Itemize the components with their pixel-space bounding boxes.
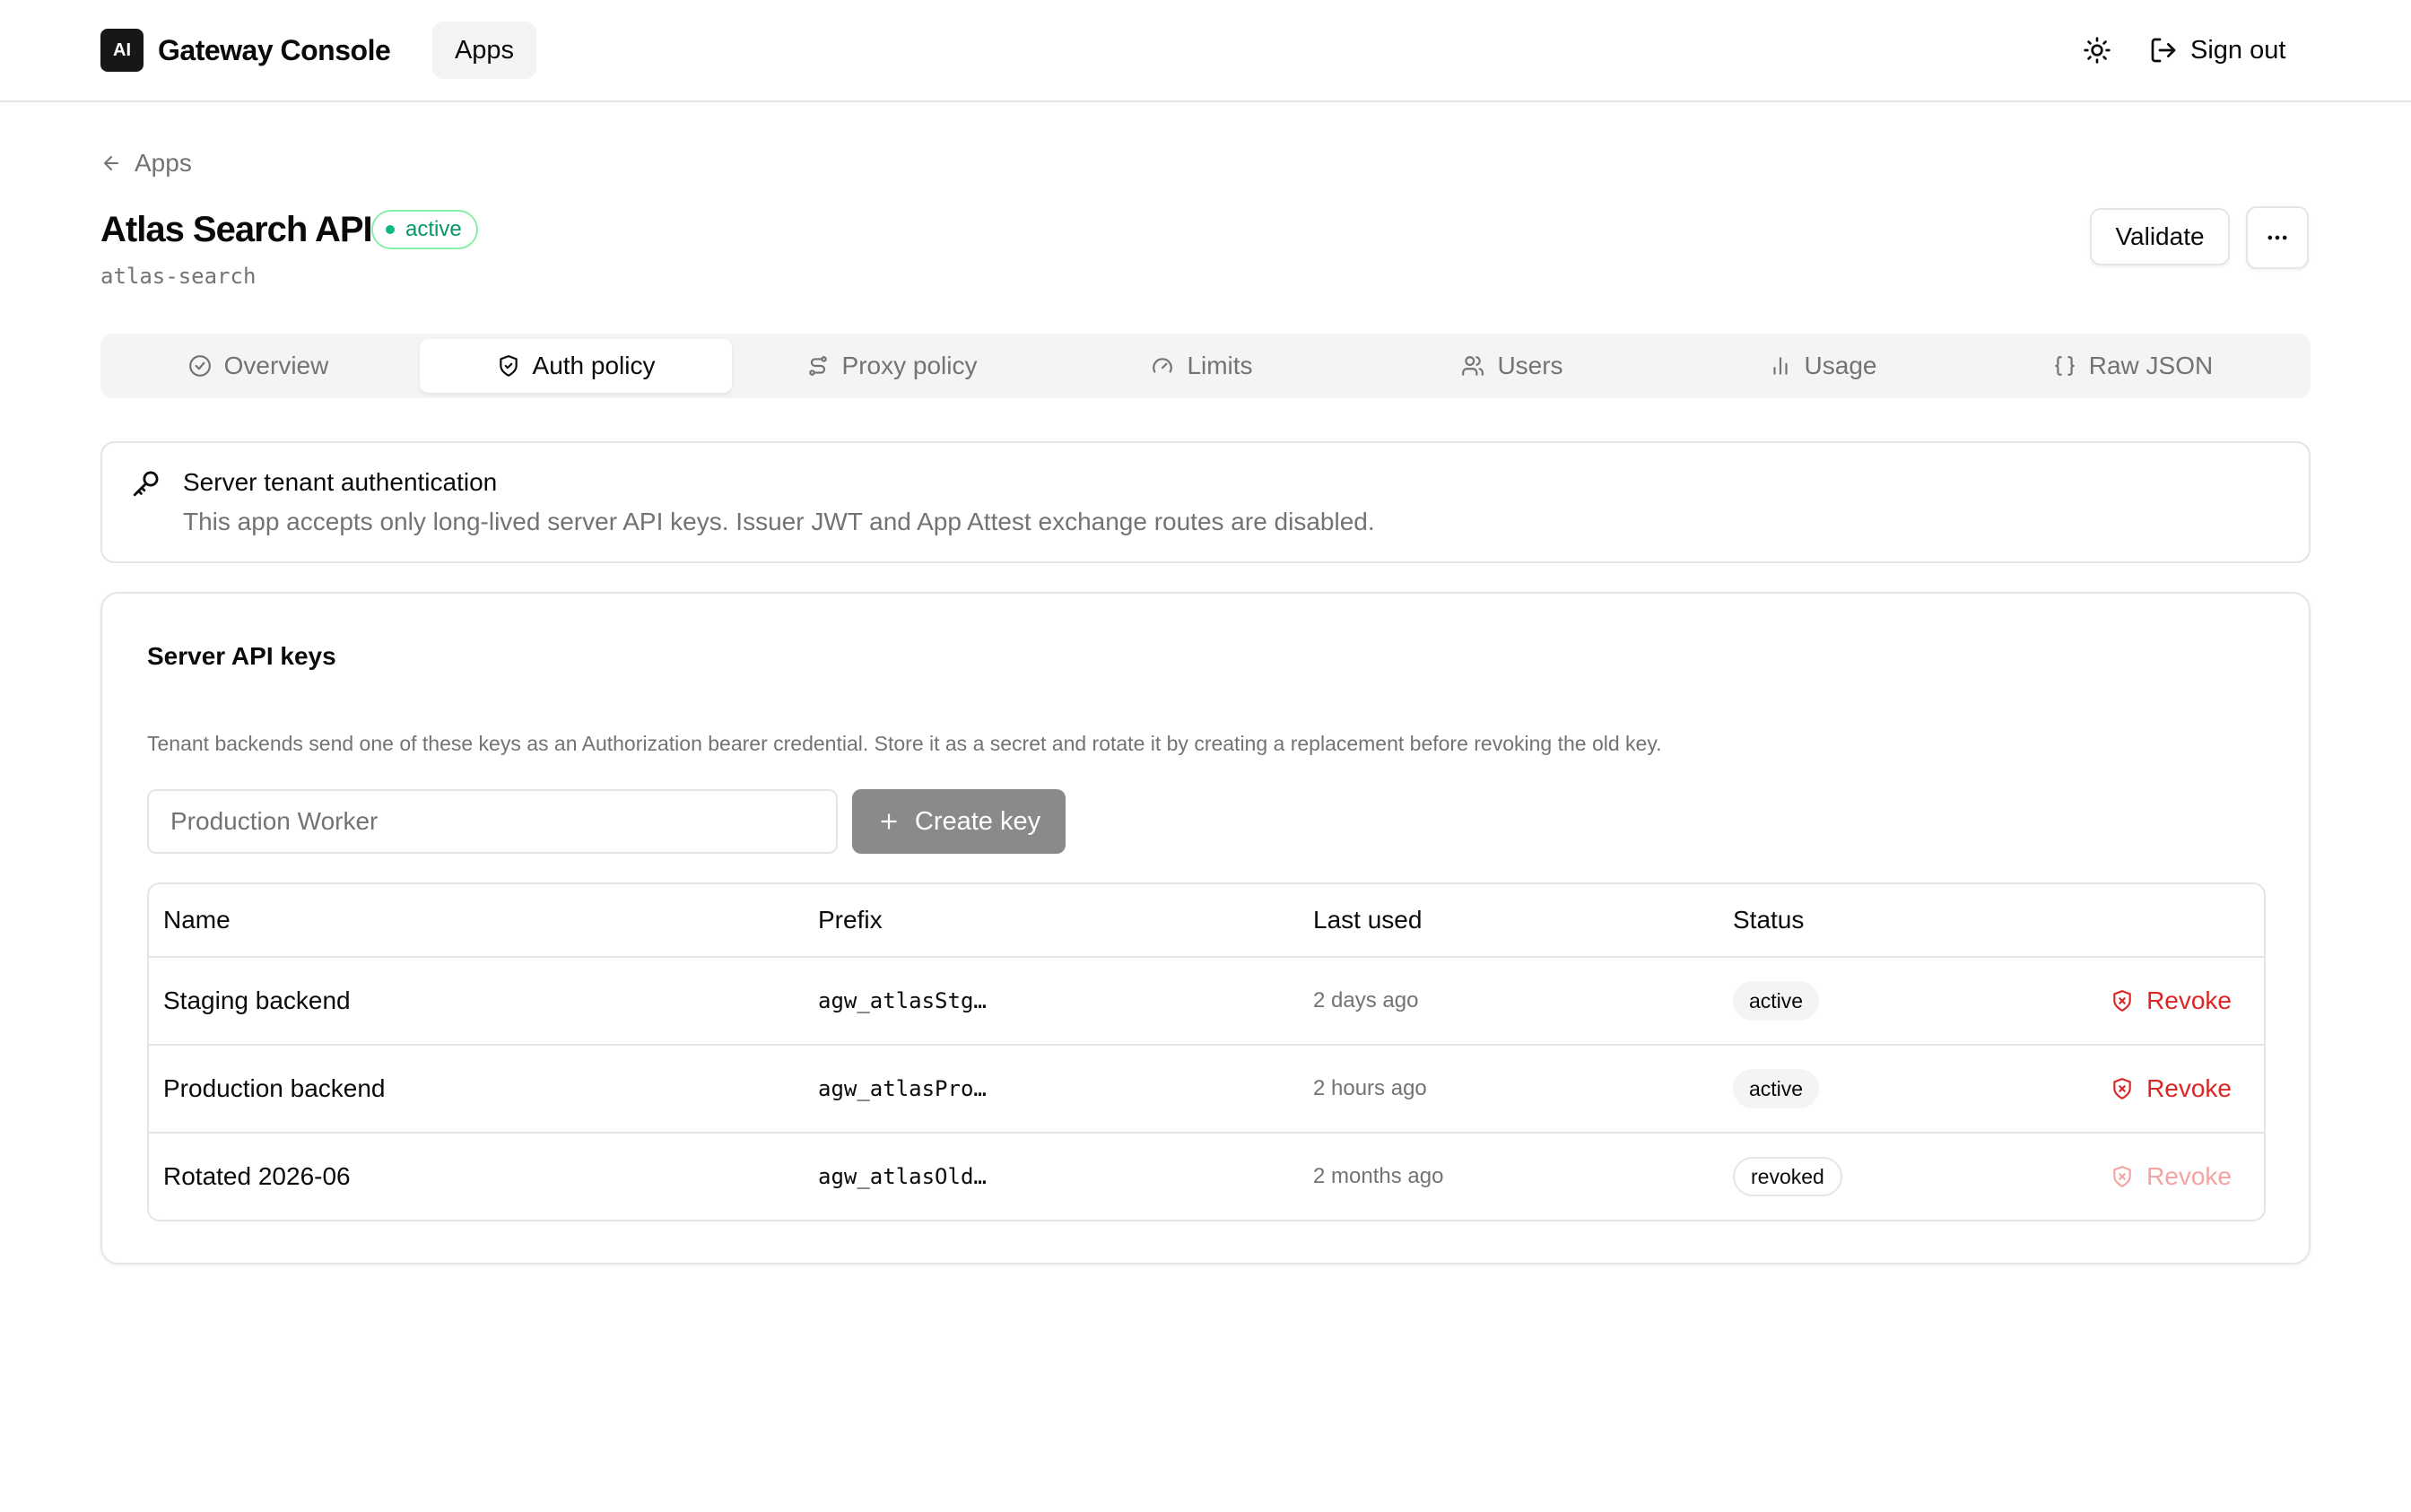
top-header: AI Gateway Console Apps Sign out (0, 0, 2411, 102)
key-last-used-cell: 2 days ago (1313, 988, 1419, 1012)
column-header-status: Status (1733, 906, 1805, 934)
key-icon (133, 471, 159, 497)
route-icon (808, 356, 827, 376)
users-icon (1462, 356, 1484, 376)
app-slug: atlas-search (100, 264, 257, 289)
app-logo[interactable]: AI (100, 29, 144, 72)
keys-table: Name Prefix Last used Status Staging bac… (147, 882, 2266, 1221)
revoke-button[interactable]: Revoke (2111, 1046, 2232, 1132)
revoke-label: Revoke (2146, 1162, 2232, 1190)
tab-users[interactable]: Users (1360, 339, 1665, 393)
tab-users-label: Users (1497, 352, 1563, 379)
tab-auth-policy-label: Auth policy (532, 352, 656, 379)
arrow-left-icon (104, 156, 118, 170)
bar-chart-icon (1772, 357, 1788, 375)
keys-section-title: Server API keys (147, 642, 336, 670)
create-key-button[interactable]: Create key (852, 789, 1066, 854)
log-out-icon (2151, 38, 2176, 63)
revoke-button[interactable]: Revoke (2111, 958, 2232, 1044)
create-key-label: Create key (914, 806, 1041, 836)
status-badge: active (1733, 1069, 1820, 1108)
key-last-used-cell: 2 hours ago (1313, 1076, 1427, 1100)
breadcrumb-back-link[interactable]: Apps (100, 149, 192, 178)
tab-limits[interactable]: Limits (1049, 339, 1354, 393)
key-prefix-cell: agw_atlasPro… (818, 1076, 987, 1101)
key-name-cell: Staging backend (163, 986, 351, 1014)
tab-usage[interactable]: Usage (1670, 339, 1975, 393)
theme-toggle-button[interactable] (2079, 32, 2115, 68)
table-row: Rotated 2026-06 agw_atlasOld… 2 months a… (149, 1134, 2264, 1220)
key-name-input[interactable] (147, 789, 838, 854)
auth-info-card: Server tenant authentication This app ac… (100, 441, 2311, 563)
tab-limits-label: Limits (1187, 352, 1253, 379)
page-title: Atlas Search API (100, 210, 373, 249)
key-name-cell: Production backend (163, 1074, 386, 1102)
nav-apps-link[interactable]: Apps (432, 22, 536, 79)
key-prefix-cell: agw_atlasStg… (818, 988, 987, 1013)
more-horizontal-icon (2267, 235, 2287, 240)
key-name-cell: Rotated 2026-06 (163, 1162, 351, 1190)
column-header-prefix: Prefix (818, 906, 883, 934)
tab-raw-json-label: Raw JSON (2088, 352, 2214, 379)
more-actions-button[interactable] (2246, 206, 2309, 269)
tab-overview[interactable]: Overview (106, 339, 411, 393)
status-badge: active (1733, 981, 1820, 1021)
tab-bar: Overview Auth policy Proxy policy Limits… (100, 334, 2311, 398)
breadcrumb-label: Apps (135, 149, 192, 177)
tab-auth-policy[interactable]: Auth policy (420, 339, 732, 393)
check-circle-icon (188, 355, 211, 377)
tab-proxy-policy[interactable]: Proxy policy (739, 339, 1044, 393)
shield-x-icon (2113, 1078, 2131, 1099)
table-row: Staging backend agw_atlasStg… 2 days ago… (149, 958, 2264, 1046)
keys-description: Tenant backends send one of these keys a… (147, 732, 1662, 755)
tab-proxy-policy-label: Proxy policy (841, 352, 978, 379)
revoke-label: Revoke (2146, 1074, 2232, 1102)
braces-icon (2054, 356, 2075, 376)
key-status-cell: active (1733, 958, 1820, 1044)
revoke-button-disabled: Revoke (2111, 1134, 2232, 1220)
shield-icon (499, 355, 518, 377)
auth-info-text: This app accepts only long-lived server … (183, 508, 1375, 535)
tab-raw-json[interactable]: Raw JSON (1980, 339, 2285, 393)
plus-icon (881, 813, 897, 830)
status-badge: active (371, 210, 478, 249)
column-header-name: Name (163, 906, 231, 934)
key-last-used-cell: 2 months ago (1313, 1164, 1444, 1188)
key-status-cell: active (1733, 1046, 1820, 1132)
status-badge: revoked (1733, 1157, 1842, 1196)
sign-out-button[interactable]: Sign out (2149, 27, 2285, 74)
table-row: Production backend agw_atlasPro… 2 hours… (149, 1046, 2264, 1134)
revoke-label: Revoke (2146, 986, 2232, 1014)
status-badge-label: active (405, 217, 462, 241)
sign-out-label: Sign out (2190, 35, 2286, 65)
validate-button[interactable]: Validate (2090, 208, 2230, 265)
key-prefix-cell: agw_atlasOld… (818, 1164, 987, 1189)
table-header: Name Prefix Last used Status (149, 884, 2264, 958)
gauge-icon (1153, 358, 1173, 373)
shield-x-icon (2113, 1166, 2131, 1187)
server-api-keys-card: Server API keys Tenant backends send one… (100, 592, 2311, 1264)
shield-x-icon (2113, 990, 2131, 1012)
column-header-last-used: Last used (1313, 906, 1423, 934)
tab-usage-label: Usage (1804, 352, 1877, 379)
auth-info-title: Server tenant authentication (183, 468, 498, 496)
key-status-cell: revoked (1733, 1134, 1842, 1220)
sun-icon (2084, 37, 2111, 64)
tab-overview-label: Overview (223, 352, 329, 379)
brand-name[interactable]: Gateway Console (158, 32, 391, 68)
status-dot (386, 225, 395, 234)
